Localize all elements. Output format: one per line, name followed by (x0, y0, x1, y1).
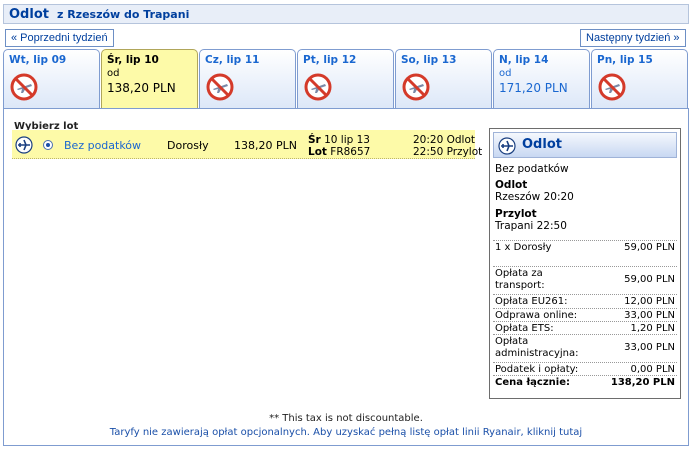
flight-row[interactable]: Bez podatków Dorosły 138,20 PLN Śr 10 li… (12, 130, 482, 159)
tab-day-label: Pt, lip 12 (303, 54, 357, 66)
no-flight-icon (10, 73, 38, 101)
summary-departure-value: Rzeszów 20:20 (495, 191, 574, 203)
tab-price: 171,20 PLN (499, 81, 568, 95)
fee-row: Opłata administracyjna: 33,00 PLN (493, 334, 677, 360)
flight-number: Lot FR8657 (308, 146, 370, 158)
arrival-time: 22:50 Przylot (413, 146, 483, 158)
flight-price: 138,20 PLN (234, 139, 297, 152)
flight-panel: Wybierz lot Bez podatków Dorosły 138,20 … (3, 108, 689, 446)
flight-date-prefix: Śr (308, 134, 321, 146)
day-tab-tue[interactable]: Wt, lip 09 (3, 49, 100, 109)
route-label: z Rzeszów do Trapani (56, 7, 190, 21)
tab-day-label: Pn, lip 15 (597, 54, 653, 66)
passenger-type: Dorosły (167, 139, 209, 152)
fee-value: 12,00 PLN (624, 296, 675, 307)
next-week-button[interactable]: Następny tydzień » (580, 29, 686, 47)
page-header: Odlot z Rzeszów do Trapani (3, 4, 689, 24)
fee-label: 1 x Dorosły (495, 242, 552, 253)
tax-note: ** This tax is not discountable. (269, 413, 423, 424)
tab-day-label: Cz, lip 11 (205, 54, 260, 66)
summary-box: Odlot Bez podatków Odlot Rzeszów 20:20 P… (489, 128, 681, 399)
plane-icon (15, 136, 33, 154)
summary-arrival-label: Przylot (495, 208, 537, 220)
tab-day-label: Wt, lip 09 (9, 54, 67, 66)
tab-from-label: od (499, 68, 512, 79)
summary-arrival-value: Trapani 22:50 (495, 220, 567, 232)
fee-value: 0,00 PLN (630, 364, 675, 375)
fee-value: 59,00 PLN (624, 274, 675, 285)
fee-row: Podatek i opłaty: 0,00 PLN (493, 362, 677, 376)
fee-row: 1 x Dorosły 59,00 PLN (493, 240, 677, 258)
summary-fare: Bez podatków (495, 163, 569, 175)
total-row: Cena łącznie: 138,20 PLN (493, 375, 677, 389)
flight-date: Śr 10 lip 13 (308, 134, 370, 146)
summary-header: Odlot (493, 132, 677, 158)
fee-value: 1,20 PLN (630, 323, 675, 334)
summary-departure-label: Odlot (495, 179, 528, 191)
fee-label: Opłata administracyjna: (495, 336, 579, 359)
day-tab-mon[interactable]: Pn, lip 15 (591, 49, 688, 109)
fee-row: Opłata za transport: 59,00 PLN (493, 266, 677, 292)
fee-row: Opłata ETS: 1,20 PLN (493, 321, 677, 334)
day-tab-fri[interactable]: Pt, lip 12 (297, 49, 394, 109)
summary-title: Odlot (522, 137, 562, 152)
tab-day-label: N, lip 14 (499, 54, 549, 66)
day-tab-thu[interactable]: Cz, lip 11 (199, 49, 296, 109)
flight-number-value: FR8657 (330, 146, 371, 158)
plane-icon (498, 137, 516, 155)
fees-info-link[interactable]: Taryfy nie zawierają opłat opcjonalnych.… (4, 427, 688, 438)
flight-date-value: 10 lip 13 (324, 134, 370, 146)
no-flight-icon (304, 73, 332, 101)
day-tab-wed[interactable]: Śr, lip 10 od 138,20 PLN (101, 49, 198, 109)
fee-label: Opłata EU261: (495, 296, 568, 307)
page-title: Odlot (9, 6, 49, 22)
total-value: 138,20 PLN (610, 377, 675, 388)
fee-value: 59,00 PLN (624, 242, 675, 253)
fare-type[interactable]: Bez podatków (64, 139, 141, 152)
tab-from-label: od (107, 68, 120, 79)
no-flight-icon (402, 73, 430, 101)
day-tab-sun[interactable]: N, lip 14 od 171,20 PLN (493, 49, 590, 109)
fee-value: 33,00 PLN (624, 342, 675, 353)
tab-day-label: So, lip 13 (401, 54, 457, 66)
fee-value: 33,00 PLN (624, 310, 675, 321)
tab-price: 138,20 PLN (107, 81, 176, 95)
no-flight-icon (206, 73, 234, 101)
no-flight-icon (598, 73, 626, 101)
previous-week-button[interactable]: « Poprzedni tydzień (5, 29, 114, 47)
fee-row: Opłata EU261: 12,00 PLN (493, 294, 677, 308)
tab-day-label: Śr, lip 10 (107, 54, 159, 66)
departure-time: 20:20 Odlot (413, 134, 475, 146)
flight-radio[interactable] (43, 140, 53, 150)
flight-number-prefix: Lot (308, 146, 327, 158)
fee-label: Opłata za transport: (495, 268, 545, 291)
fee-row: Odprawa online: 33,00 PLN (493, 308, 677, 321)
total-label: Cena łącznie: (495, 377, 571, 388)
day-tab-sat[interactable]: So, lip 13 (395, 49, 492, 109)
